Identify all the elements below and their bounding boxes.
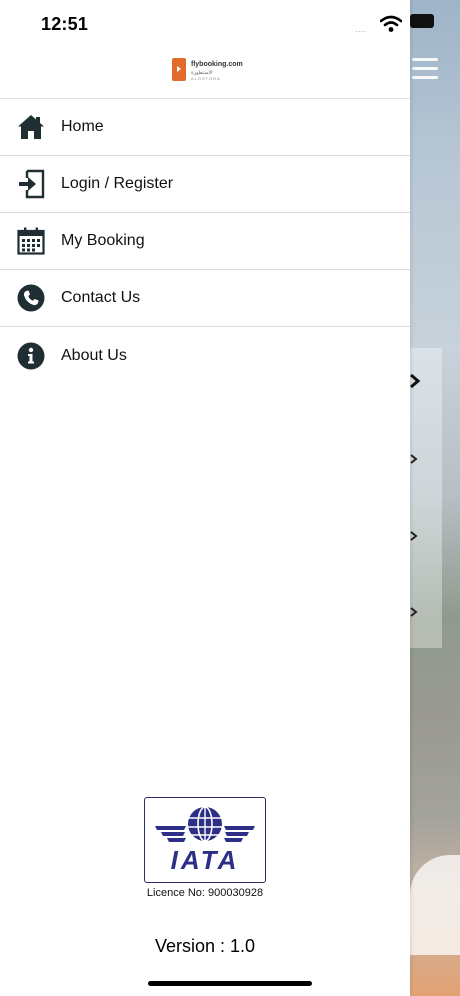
menu-item-home[interactable]: Home — [0, 99, 410, 156]
chevron-right-icon — [410, 374, 421, 388]
battery-icon — [410, 14, 434, 28]
menu-item-contact-us[interactable]: Contact Us — [0, 270, 410, 327]
logo-subtext: ALOSTORA — [191, 76, 221, 81]
background-panel — [410, 855, 460, 955]
status-bar: 12:51 .... — [0, 0, 410, 50]
info-icon — [16, 341, 46, 371]
chevron-right-icon — [410, 607, 418, 617]
signal-icon: .... — [355, 24, 367, 35]
home-indicator[interactable] — [148, 981, 312, 986]
menu-item-login[interactable]: Login / Register — [0, 156, 410, 213]
menu-label-home: Home — [61, 118, 104, 135]
wifi-icon — [380, 15, 402, 32]
background-card — [410, 348, 442, 648]
phone-icon — [16, 283, 46, 313]
hamburger-menu-icon[interactable] — [412, 58, 438, 85]
status-time: 12:51 — [41, 14, 89, 34]
background-app-screen[interactable] — [410, 0, 460, 996]
logo-mark-icon — [172, 58, 186, 81]
menu-label-about-us: About Us — [61, 346, 127, 364]
menu-label-my-booking: My Booking — [61, 232, 145, 249]
app-version: Version : 1.0 — [154, 936, 256, 956]
menu-item-about-us[interactable]: About Us — [0, 327, 410, 384]
iata-globe-wings-icon — [155, 806, 255, 842]
menu-label-contact-us: Contact Us — [61, 289, 141, 306]
chevron-right-icon — [410, 531, 418, 541]
menu-item-my-booking[interactable]: My Booking — [0, 213, 410, 270]
chevron-right-icon — [410, 454, 418, 464]
app-logo: flybooking.com الاستطورة ALOSTORA — [172, 58, 243, 84]
iata-logo: IATA — [144, 797, 266, 883]
licence-number: Licence No: 900030928 — [146, 887, 264, 899]
calendar-icon — [16, 226, 46, 256]
drawer-menu: Home Login / Register My Booking Contact… — [0, 98, 410, 384]
navigation-drawer: 12:51 .... flybooking.com الاستطورة ALOS… — [0, 0, 410, 996]
logo-text: flybooking.com — [191, 61, 243, 68]
login-icon — [16, 169, 46, 199]
menu-label-login: Login / Register — [61, 175, 174, 192]
iata-text: IATA — [170, 845, 240, 875]
home-icon — [16, 112, 46, 142]
